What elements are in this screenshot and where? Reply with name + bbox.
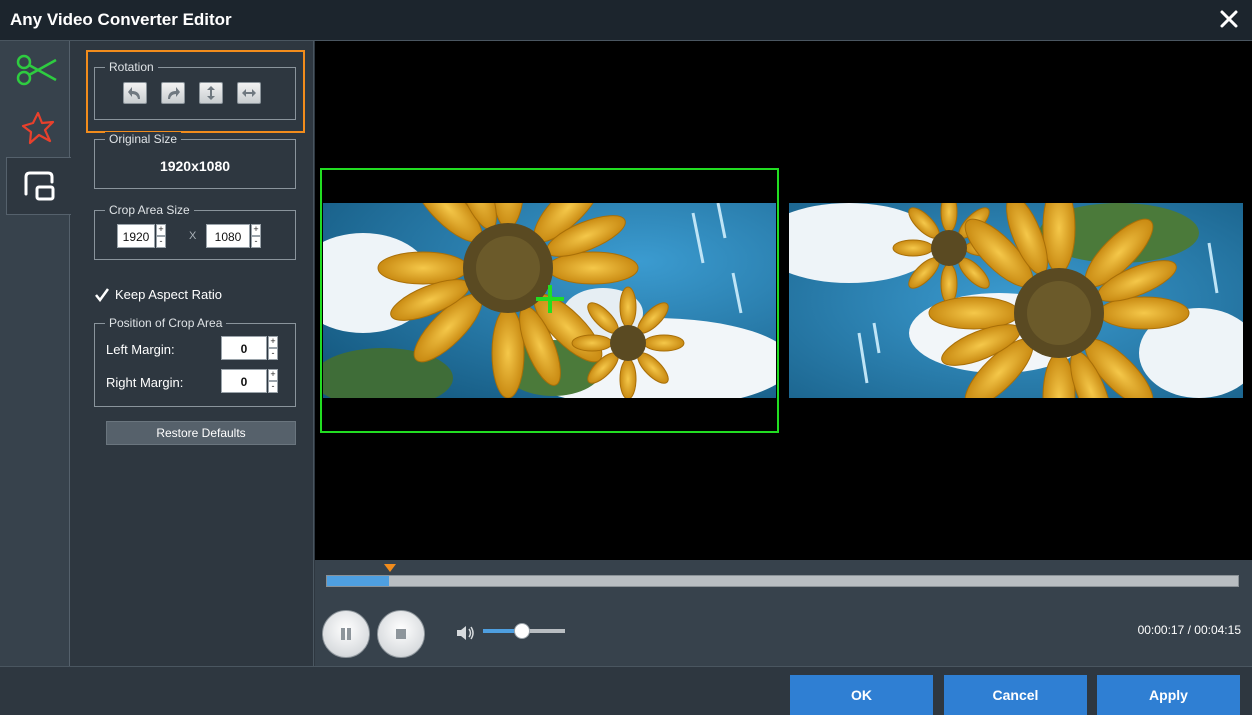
right-margin-stepper[interactable]: 0 + - bbox=[221, 369, 278, 393]
increment-button[interactable]: + bbox=[251, 224, 261, 236]
crop-area-size-legend: Crop Area Size bbox=[105, 203, 194, 217]
seek-progress bbox=[327, 576, 389, 586]
original-size-value: 1920x1080 bbox=[159, 158, 231, 174]
restore-defaults-button[interactable]: Restore Defaults bbox=[106, 421, 296, 445]
right-margin-label: Right Margin: bbox=[106, 375, 184, 390]
crop-height-input[interactable]: 1080 bbox=[206, 224, 250, 248]
flip-vertical-icon bbox=[207, 86, 215, 100]
flip-horizontal-icon bbox=[242, 89, 256, 97]
crop-center-handle-icon[interactable] bbox=[535, 284, 565, 314]
stop-icon bbox=[396, 629, 406, 639]
pause-icon bbox=[341, 628, 351, 640]
rotate-right-icon bbox=[168, 87, 180, 99]
close-icon[interactable] bbox=[1218, 8, 1240, 30]
cropped-preview-frame bbox=[789, 203, 1243, 398]
cancel-button[interactable]: Cancel bbox=[944, 675, 1087, 715]
increment-button[interactable]: + bbox=[268, 336, 278, 348]
decrement-button[interactable]: - bbox=[268, 381, 278, 393]
rotation-legend: Rotation bbox=[105, 60, 158, 74]
flip-vertical-button[interactable] bbox=[199, 82, 223, 104]
seek-marker-icon[interactable] bbox=[384, 564, 397, 572]
tab-trim[interactable] bbox=[6, 41, 70, 99]
keep-aspect-ratio-checkbox[interactable]: Keep Aspect Ratio bbox=[95, 287, 222, 302]
time-display: 00:00:17 / 00:04:15 bbox=[1137, 623, 1241, 637]
checkmark-icon bbox=[95, 287, 109, 302]
crop-icon bbox=[24, 171, 55, 201]
crop-settings-panel: Rotation Original Size 1920x1080 Crop Ar… bbox=[71, 41, 314, 666]
volume-icon[interactable] bbox=[455, 623, 475, 643]
playback-controls: 00:00:17 / 00:04:15 bbox=[315, 560, 1252, 666]
decrement-button[interactable]: - bbox=[268, 348, 278, 360]
video-preview-area bbox=[315, 41, 1252, 560]
volume-knob[interactable] bbox=[513, 623, 530, 639]
increment-button[interactable]: + bbox=[156, 224, 166, 236]
seek-bar[interactable] bbox=[326, 575, 1239, 587]
rotate-left-button[interactable] bbox=[123, 82, 147, 104]
crop-width-input[interactable]: 1920 bbox=[117, 224, 155, 248]
increment-button[interactable]: + bbox=[268, 369, 278, 381]
left-margin-stepper[interactable]: 0 + - bbox=[221, 336, 278, 360]
decrement-button[interactable]: - bbox=[251, 236, 261, 248]
left-margin-input[interactable]: 0 bbox=[221, 336, 267, 360]
tab-effects[interactable] bbox=[6, 99, 70, 157]
left-margin-label: Left Margin: bbox=[106, 342, 175, 357]
crop-size-separator: X bbox=[189, 230, 197, 242]
tab-crop[interactable] bbox=[6, 157, 71, 215]
right-margin-input[interactable]: 0 bbox=[221, 369, 267, 393]
tool-tabs bbox=[0, 41, 71, 666]
rotate-left-icon bbox=[128, 87, 140, 99]
original-size-legend: Original Size bbox=[105, 132, 182, 146]
crop-height-stepper[interactable]: 1080 + - bbox=[206, 224, 261, 248]
keep-aspect-ratio-label: Keep Aspect Ratio bbox=[115, 287, 222, 302]
original-size-group: Original Size 1920x1080 bbox=[94, 132, 296, 189]
star-burst-icon bbox=[21, 111, 55, 145]
stop-button[interactable] bbox=[377, 610, 425, 658]
dialog-footer: OK Cancel Apply bbox=[0, 666, 1252, 715]
window-title: Any Video Converter Editor bbox=[10, 10, 232, 29]
scissors-icon bbox=[16, 54, 57, 86]
crop-width-stepper[interactable]: 1920 + - bbox=[117, 224, 166, 248]
decrement-button[interactable]: - bbox=[156, 236, 166, 248]
ok-button[interactable]: OK bbox=[790, 675, 933, 715]
pause-button[interactable] bbox=[322, 610, 370, 658]
apply-button[interactable]: Apply bbox=[1097, 675, 1240, 715]
rotate-right-button[interactable] bbox=[161, 82, 185, 104]
flip-horizontal-button[interactable] bbox=[237, 82, 261, 104]
title-bar: Any Video Converter Editor bbox=[0, 0, 1252, 41]
crop-position-legend: Position of Crop Area bbox=[105, 316, 227, 330]
